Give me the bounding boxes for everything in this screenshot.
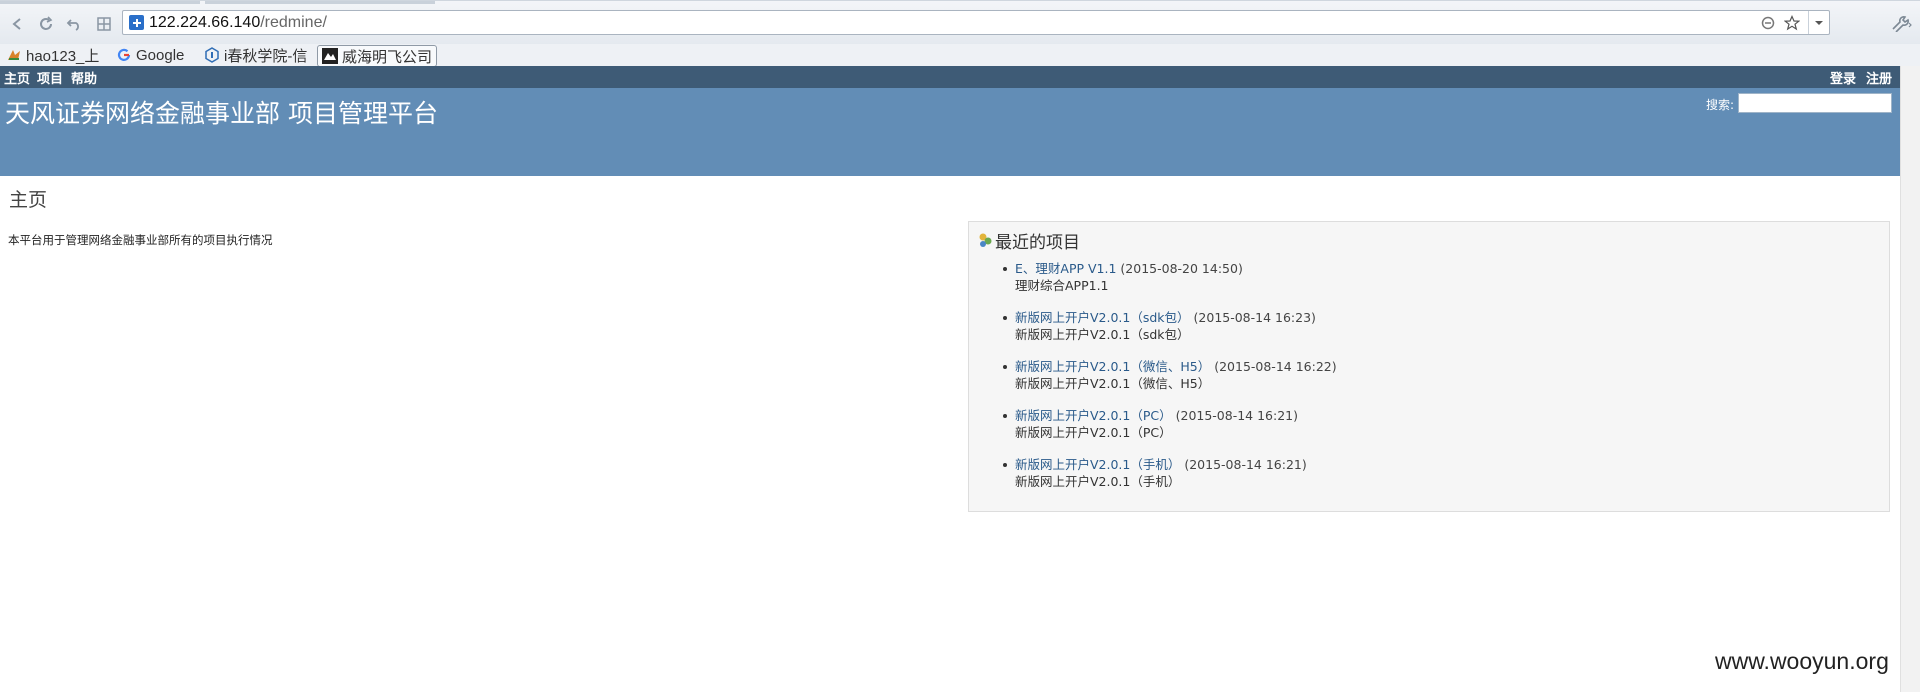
- intro-text: 本平台用于管理网络金融事业部所有的项目执行情况: [8, 233, 273, 247]
- project-link[interactable]: 新版网上开户V2.0.1（微信、H5）: [1015, 359, 1210, 374]
- project-description: 新版网上开户V2.0.1（PC）: [1015, 425, 1172, 440]
- url-path: /redmine/: [260, 14, 327, 31]
- search-label: 搜索:: [1706, 98, 1735, 112]
- back-arrow-icon: [12, 18, 21, 30]
- project-description: 新版网上开户V2.0.1（微信、H5）: [1015, 376, 1211, 391]
- menu-register-link[interactable]: 注册: [1866, 68, 1892, 87]
- project-link[interactable]: 新版网上开户V2.0.1（PC）: [1015, 408, 1172, 423]
- project-item: E、理财APP V1.1 (2015-08-20 14:50) 理财综合APP1…: [969, 260, 1337, 309]
- bookmark-label: i春秋学院-信: [224, 47, 308, 65]
- search-input[interactable]: [1738, 93, 1892, 113]
- project-date: (2015-08-14 16:23): [1193, 310, 1316, 325]
- favorite-star-icon[interactable]: [1783, 14, 1801, 32]
- project-description: 新版网上开户V2.0.1（sdk包）: [1015, 327, 1190, 342]
- site-title: 天风证券网络金融事业部 项目管理平台: [5, 99, 438, 128]
- bookmark-google[interactable]: Google: [116, 46, 184, 64]
- project-link[interactable]: 新版网上开户V2.0.1（sdk包）: [1015, 310, 1190, 325]
- browser-toolbar: 122.224.66.140/redmine/: [0, 0, 1920, 45]
- menu-login-link[interactable]: 登录: [1830, 68, 1856, 87]
- bullet: [1003, 414, 1007, 418]
- settings-button[interactable]: [1888, 13, 1914, 33]
- project-item: 新版网上开户V2.0.1（sdk包） (2015-08-14 16:23) 新版…: [969, 309, 1337, 358]
- project-date: (2015-08-20 14:50): [1120, 261, 1243, 276]
- bookmark-ichunqiu[interactable]: i春秋学院-信: [204, 46, 308, 65]
- chevron-down-icon: [1815, 20, 1823, 25]
- project-date: (2015-08-14 16:22): [1214, 359, 1337, 374]
- wrench-icon: [1892, 16, 1912, 32]
- tab-strip-edge: [205, 1, 435, 4]
- hao123-icon: [6, 47, 22, 63]
- url-host: 122.224.66.140: [149, 14, 261, 31]
- bullet: [1003, 365, 1007, 369]
- grid-icon: [97, 17, 111, 31]
- menu-home-link[interactable]: 主页: [4, 68, 30, 87]
- watermark-text: www.wooyun.org: [1715, 648, 1889, 674]
- menu-help-link[interactable]: 帮助: [71, 68, 97, 87]
- project-item: 新版网上开户V2.0.1（手机） (2015-08-14 16:21) 新版网上…: [969, 456, 1337, 505]
- bullet: [1003, 463, 1007, 467]
- tab-grid-button[interactable]: [94, 14, 114, 34]
- reload-icon: [40, 16, 53, 30]
- compat-mode-icon[interactable]: [1759, 14, 1777, 32]
- bookmark-company[interactable]: 威海明飞公司: [317, 45, 438, 67]
- address-dropdown-button[interactable]: [1808, 11, 1829, 34]
- top-menu: 主页 项目 帮助 登录 注册: [0, 66, 1900, 88]
- undo-close-button[interactable]: [64, 14, 84, 34]
- ichunqiu-icon: [204, 47, 220, 63]
- projects-icon: [979, 233, 992, 247]
- bullet: [1003, 316, 1007, 320]
- project-item: 新版网上开户V2.0.1（PC） (2015-08-14 16:21) 新版网上…: [969, 407, 1337, 456]
- project-link[interactable]: 新版网上开户V2.0.1（手机）: [1015, 457, 1180, 472]
- recent-projects-box: 最近的项目 E、理财APP V1.1 (2015-08-20 14:50) 理财…: [968, 221, 1890, 512]
- project-item: 新版网上开户V2.0.1（微信、H5） (2015-08-14 16:22) 新…: [969, 358, 1337, 407]
- bookmark-hao123[interactable]: hao123_上: [6, 46, 100, 65]
- company-icon: [322, 48, 338, 64]
- bookmark-label: 威海明飞公司: [342, 48, 433, 66]
- tab-strip-edge: [0, 1, 200, 4]
- undo-icon: [66, 19, 79, 31]
- bookmark-label: hao123_上: [26, 47, 100, 65]
- project-description: 新版网上开户V2.0.1（手机）: [1015, 474, 1181, 489]
- page-title: 主页: [9, 189, 48, 211]
- site-header: 天风证券网络金融事业部 项目管理平台 搜索:: [0, 88, 1900, 176]
- project-list: E、理财APP V1.1 (2015-08-20 14:50) 理财综合APP1…: [969, 260, 1337, 505]
- recent-projects-title: 最近的项目: [995, 233, 1080, 253]
- project-date: (2015-08-14 16:21): [1175, 408, 1299, 423]
- project-description: 理财综合APP1.1: [1015, 278, 1109, 293]
- back-button[interactable]: [8, 14, 28, 34]
- menu-projects-link[interactable]: 项目: [37, 68, 63, 87]
- site-shield-icon: [129, 15, 144, 30]
- google-icon: [116, 47, 132, 63]
- project-date: (2015-08-14 16:21): [1184, 457, 1307, 472]
- address-bar[interactable]: 122.224.66.140/redmine/: [122, 10, 1830, 35]
- project-link[interactable]: E、理财APP V1.1: [1015, 261, 1116, 276]
- bullet: [1003, 267, 1007, 271]
- bookmarks-bar: hao123_上 Google i春秋学院-信 威海明飞公司: [0, 44, 1920, 67]
- bookmark-label: Google: [136, 46, 185, 64]
- url-text: 122.224.66.140/redmine/: [149, 14, 327, 32]
- page-scrollbar[interactable]: [1900, 66, 1920, 692]
- reload-button[interactable]: [36, 14, 56, 34]
